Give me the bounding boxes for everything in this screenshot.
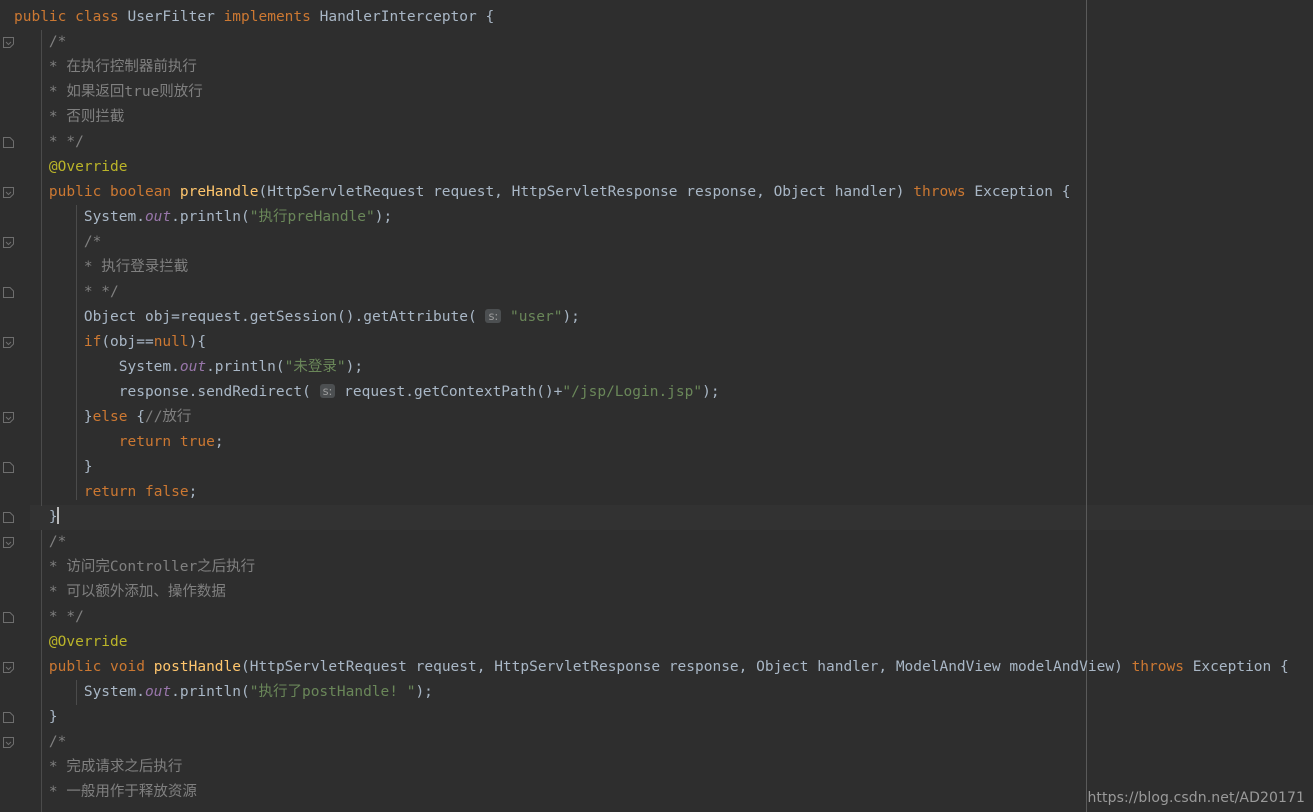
code-line-12: * */: [14, 284, 119, 300]
code-line-14: if(obj==null){: [83, 334, 207, 350]
code-line-24: * 可以额外添加、操作数据: [14, 584, 226, 600]
code-line-19: }: [83, 459, 93, 475]
code-line-17: }else {//放行: [83, 409, 192, 425]
code-line-5: * 否则拦截: [14, 109, 125, 125]
code-line-2: /*: [14, 34, 67, 50]
code-line-22: /*: [14, 534, 67, 550]
code-content[interactable]: public class UserFilter implements Handl…: [0, 0, 1313, 812]
code-line-25: * */: [14, 609, 84, 625]
code-line-1: public class UserFilter implements Handl…: [14, 9, 495, 25]
code-line-11: * 执行登录拦截: [14, 259, 189, 275]
code-line-18: return true;: [118, 434, 224, 450]
code-line-9: System.out.println("执行preHandle");: [83, 209, 393, 225]
code-line-27: public void postHandle(HttpServletReques…: [48, 659, 1289, 675]
code-line-6: * */: [14, 134, 84, 150]
code-line-7: @Override: [48, 159, 128, 175]
code-line-29: }: [48, 709, 58, 725]
code-line-3: * 在执行控制器前执行: [14, 59, 197, 75]
code-line-26: @Override: [48, 634, 128, 650]
code-line-13: Object obj=request.getSession().getAttri…: [83, 309, 580, 325]
code-line-30: /*: [14, 734, 67, 750]
code-line-10: /*: [14, 234, 102, 250]
code-line-16: response.sendRedirect( s: request.getCon…: [118, 384, 720, 400]
watermark-url: https://blog.csdn.net/AD20171: [1087, 790, 1305, 806]
code-line-23: * 访问完Controller之后执行: [14, 559, 256, 575]
parameter-hint-badge: s:: [319, 384, 336, 398]
code-line-4: * 如果返回true则放行: [14, 84, 203, 100]
code-line-28: System.out.println("执行了postHandle! ");: [83, 684, 433, 700]
code-line-15: System.out.println("未登录");: [118, 359, 364, 375]
text-caret: [56, 507, 59, 524]
code-line-32: * 一般用作于释放资源: [14, 784, 197, 800]
code-line-20: return false;: [83, 484, 198, 500]
code-line-31: * 完成请求之后执行: [14, 759, 183, 775]
code-line-8: public boolean preHandle(HttpServletRequ…: [48, 184, 1071, 200]
code-line-21: }: [48, 507, 59, 525]
parameter-hint-badge: s:: [485, 309, 502, 323]
code-editor[interactable]: public class UserFilter implements Handl…: [0, 0, 1313, 812]
